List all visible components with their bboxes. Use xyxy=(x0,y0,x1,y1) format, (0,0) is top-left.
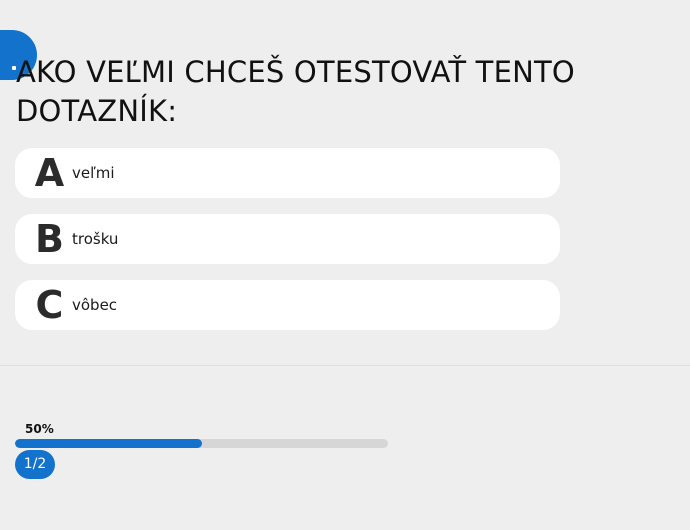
answer-label: veľmi xyxy=(72,164,115,182)
divider xyxy=(0,365,690,366)
progress-bar xyxy=(15,439,388,448)
answer-option-b[interactable]: B trošku xyxy=(15,214,560,264)
answer-letter: C xyxy=(35,283,64,327)
answer-option-a[interactable]: A veľmi xyxy=(15,148,560,198)
progress-percent: 50% xyxy=(25,422,54,436)
answer-list: A veľmi B trošku C vôbec xyxy=(15,148,560,346)
answer-letter: A xyxy=(34,151,65,195)
answer-option-c[interactable]: C vôbec xyxy=(15,280,560,330)
page-counter: 1/2 xyxy=(15,450,55,479)
quiz-page: Ako veľmi chceš otestovať tento dotazník… xyxy=(0,0,690,530)
progress-bar-fill xyxy=(15,439,202,448)
answer-label: vôbec xyxy=(72,296,118,314)
question-title: Ako veľmi chceš otestovať tento dotazník… xyxy=(16,55,575,128)
answer-label: trošku xyxy=(72,230,119,248)
answer-letter: B xyxy=(35,217,64,261)
